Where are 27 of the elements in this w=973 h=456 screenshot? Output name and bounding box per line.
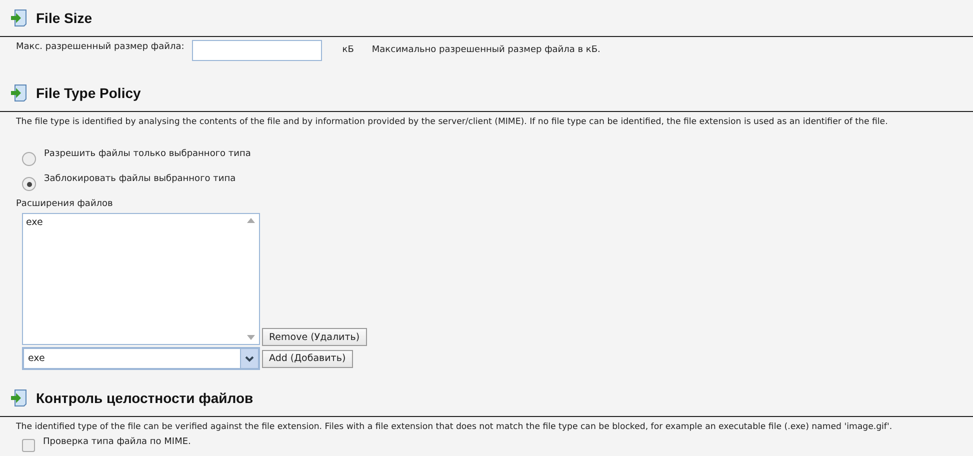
scroll-up-icon <box>247 218 255 223</box>
radio-button[interactable] <box>22 152 36 166</box>
description: The file type is identified by analysing the contents of the file and by information provided by the server/client (MIME). If no file type can be identified, the file extension is used as an identifier of the file. <box>16 116 889 127</box>
page-arrow-icon <box>10 84 28 102</box>
checkbox-label: Проверка типа файла по MIME. <box>43 437 191 447</box>
add-button[interactable]: Add (Добавить) <box>262 350 353 368</box>
scroll-down-icon <box>247 335 255 340</box>
section-title: File Size <box>36 10 92 26</box>
chevron-down-icon <box>245 356 254 362</box>
remove-button[interactable]: Remove (Удалить) <box>262 328 367 346</box>
section-title: Контроль целостности файлов <box>36 390 254 406</box>
field-label: Макс. разрешенный размер файла: <box>16 41 184 52</box>
description: The identified type of the file can be verified against the file extension. Files with a file extension that does not match the file type can be blocked, for example an executable file (.exe) named 'image.gif'. <box>16 421 894 432</box>
extension-combobox[interactable]: exe <box>22 347 260 370</box>
field-hint: Максимально разрешенный размер файла в кБ. <box>372 44 600 55</box>
radio-label: Разрешить файлы только выбранного типа <box>44 149 251 159</box>
list-label: Расширения файлов <box>16 199 113 209</box>
checkbox[interactable] <box>22 439 35 452</box>
radio-button[interactable] <box>22 177 36 191</box>
size-input[interactable] <box>192 40 322 61</box>
unit-label: кБ <box>342 44 354 55</box>
section-title: File Type Policy <box>36 85 141 101</box>
extensions-listbox[interactable]: exe <box>22 213 260 345</box>
radio-label: Заблокировать файлы выбранного типа <box>44 174 236 184</box>
page-arrow-icon <box>10 389 28 407</box>
page-arrow-icon <box>10 9 28 27</box>
list-item[interactable]: exe <box>26 217 240 228</box>
